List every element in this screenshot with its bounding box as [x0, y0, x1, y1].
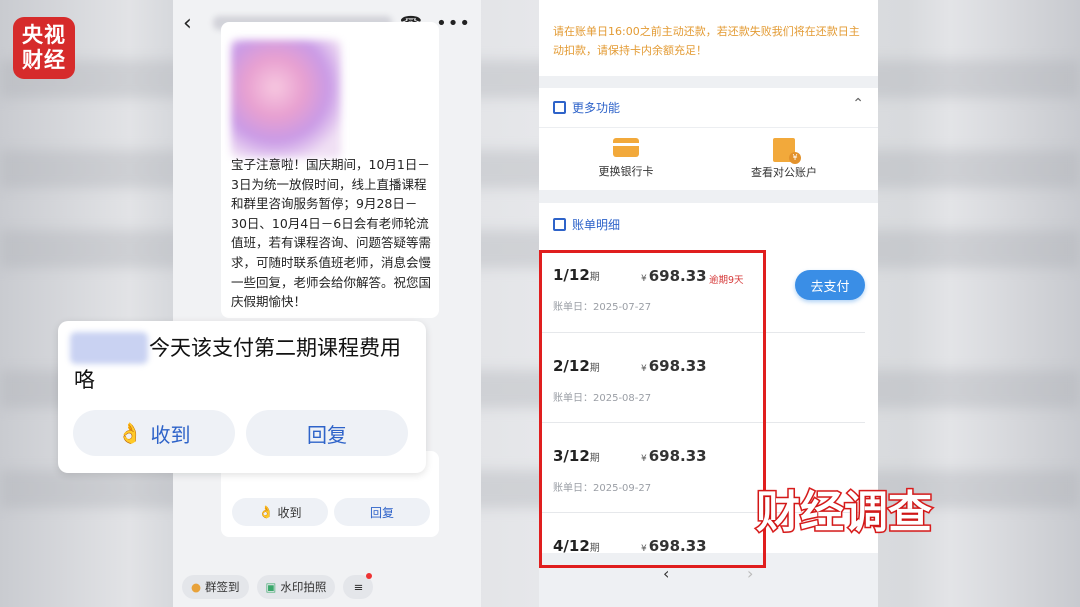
chat-message-bubble: 宝子注意啦！国庆期间，10月1日－3日为统一放假时间，线上直播课程和群里咨询服务…	[221, 22, 439, 318]
logo-line-1: 央视	[22, 23, 66, 47]
bill-period: 2/12期	[553, 357, 600, 375]
more-functions-header[interactable]: 更多功能	[553, 99, 620, 116]
receive-button-small[interactable]: 👌 收到	[232, 498, 328, 526]
chevron-left-icon[interactable]: ‹	[183, 11, 205, 36]
change-card-label: 更换银行卡	[598, 165, 654, 178]
view-account-button[interactable]: 查看对公账户	[729, 138, 839, 180]
checkin-label: 群签到	[205, 580, 240, 594]
menu-button[interactable]: ≡	[343, 573, 374, 599]
chevron-up-icon[interactable]: ⌃	[852, 96, 864, 112]
building-icon	[773, 138, 801, 164]
bill-row[interactable]: 1/12期 ¥698.33 逾期9天 账单日：2025-07-27 去支付	[539, 243, 865, 333]
reply-button[interactable]: 回复	[246, 410, 408, 456]
repayment-notice: 请在账单日16:00之前主动还款，若还款失败我们将在还款日主动扣款，请保持卡内余…	[539, 0, 878, 76]
popup-message: 今天该支付第二期课程费用咯	[74, 336, 401, 392]
bill-amount: ¥698.33	[641, 537, 707, 555]
reply-button-small[interactable]: 回复	[334, 498, 430, 526]
bill-period: 3/12期	[553, 447, 600, 465]
group-checkin-button[interactable]: ● 群签到	[182, 575, 249, 599]
chevron-right-icon[interactable]: ›	[747, 564, 753, 583]
receive-label: 收到	[277, 505, 302, 520]
bill-date: 账单日：2025-09-27	[553, 483, 652, 494]
more-functions-section: 更多功能 ⌃ 更换银行卡 查看对公账户	[539, 88, 878, 190]
bill-period: 1/12期	[553, 266, 600, 284]
reply-label: 回复	[307, 422, 347, 447]
bill-date: 账单日：2025-08-27	[553, 393, 652, 404]
menu-icon: ≡	[353, 580, 364, 594]
bill-amount: ¥698.33	[641, 267, 707, 285]
logo-line-2: 财经	[22, 48, 66, 72]
receive-label: 收到	[150, 422, 191, 447]
divider	[539, 127, 878, 128]
view-account-label: 查看对公账户	[751, 166, 817, 179]
ok-hand-icon: 👌	[117, 421, 143, 445]
program-caption: 财经调查	[755, 486, 934, 540]
chevron-left-icon[interactable]: ‹	[663, 564, 669, 583]
bill-period: 4/12期	[553, 537, 600, 555]
location-pin-icon: ●	[191, 580, 202, 594]
notification-dot	[366, 573, 373, 579]
bill-amount: ¥698.33	[641, 357, 707, 375]
bill-amount: ¥698.33	[641, 447, 707, 465]
bill-row[interactable]: 2/12期 ¥698.33 账单日：2025-08-27	[539, 333, 865, 423]
change-card-button[interactable]: 更换银行卡	[571, 138, 681, 179]
bank-card-icon	[613, 138, 639, 157]
ok-hand-icon: 👌	[258, 505, 274, 519]
payment-reminder-popup: 今天该支付第二期课程费用咯 👌 收到 回复	[58, 321, 426, 473]
list-icon	[553, 218, 566, 231]
message-image-blurred	[231, 40, 341, 158]
watermark-label: 水印拍照	[280, 580, 327, 594]
overdue-badge: 逾期9天	[709, 275, 744, 286]
pay-button[interactable]: 去支付	[795, 270, 865, 300]
bill-date: 账单日：2025-07-27	[553, 302, 652, 313]
bill-detail-title: 账单明细	[572, 218, 621, 232]
more-functions-title: 更多功能	[572, 101, 621, 115]
page-navigation: ‹ ›	[539, 560, 878, 590]
camera-icon: ▣	[265, 580, 277, 594]
bill-detail-header: 账单明细	[553, 216, 620, 233]
more-icon[interactable]: •••	[436, 13, 471, 34]
cctv-finance-logo: 央视 财经	[13, 17, 75, 79]
receive-button[interactable]: 👌 收到	[73, 410, 235, 456]
chat-toolbar: ● 群签到 ▣ 水印拍照 ≡	[173, 572, 481, 602]
reply-label: 回复	[369, 505, 394, 520]
list-icon	[553, 101, 566, 114]
chat-screen: ‹ ☎ ••• 宝子注意啦！国庆期间，10月1日－3日为统一放假时间，线上直播课…	[173, 0, 481, 607]
watermark-camera-button[interactable]: ▣ 水印拍照	[256, 575, 336, 599]
message-text: 宝子注意啦！国庆期间，10月1日－3日为统一放假时间，线上直播课程和群里咨询服务…	[231, 157, 432, 310]
